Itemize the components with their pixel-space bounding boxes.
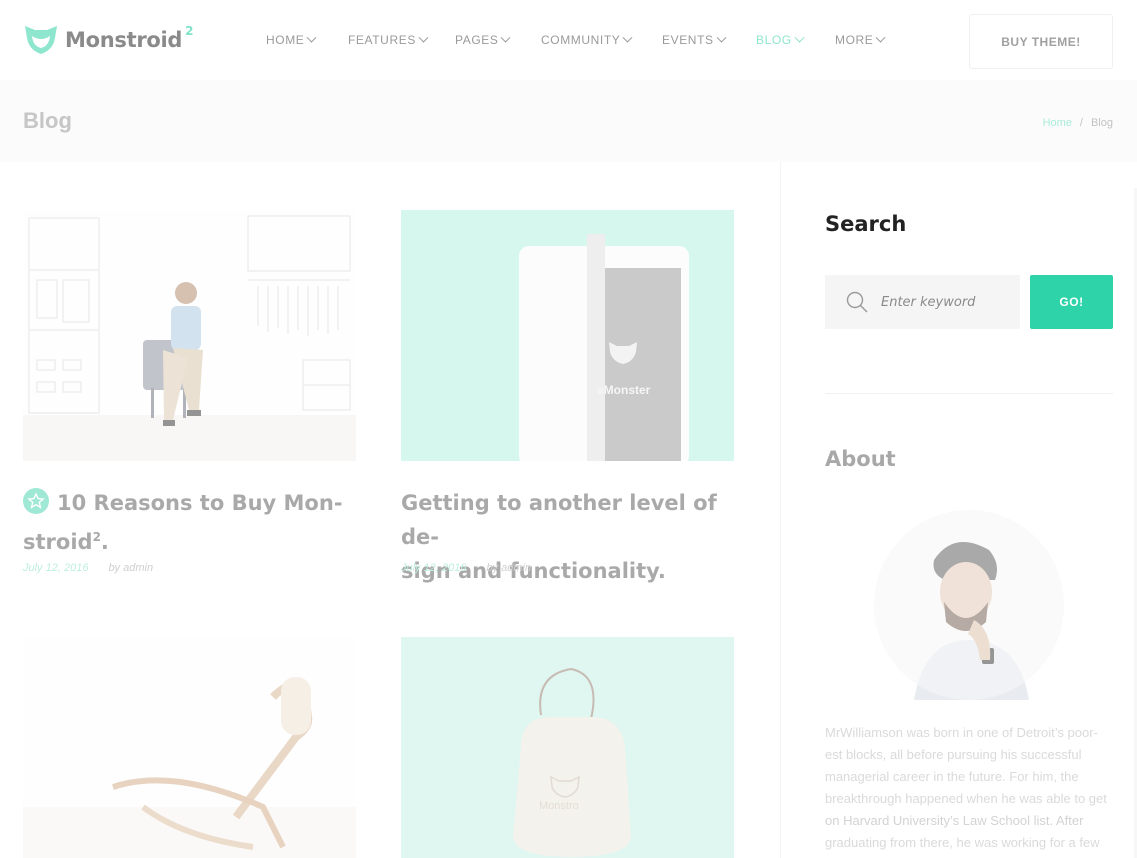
main-nav: HOME FEATURES PAGES COMMUNITY EVENTS BLO… [266, 32, 905, 47]
search-submit-button[interactable]: GO! [1030, 275, 1113, 329]
nav-label: COMMUNITY [541, 33, 621, 47]
breadcrumb-home-link[interactable]: Home [1043, 117, 1072, 129]
nav-label: BLOG [756, 33, 792, 47]
post-title-sup: 2 [92, 530, 101, 544]
tablet-image: eMonster [401, 210, 734, 461]
post-author[interactable]: by admin [108, 562, 153, 574]
search-icon [846, 291, 868, 313]
post-meta: July 12, 2016 by admin [23, 562, 153, 574]
chevron-down-icon [622, 32, 633, 43]
man-sitting-wardrobe-image [23, 210, 356, 461]
post-date[interactable]: July 12, 2016 [23, 562, 88, 574]
monster-mask-icon [25, 26, 57, 54]
nav-events[interactable]: EVENTS [662, 32, 756, 47]
post-image[interactable] [23, 210, 356, 461]
chevron-down-icon [716, 32, 727, 43]
site-header: Monstroid 2 HOME FEATURES PAGES COMMUNIT… [0, 0, 1137, 80]
about-line: on Harvard University’s Law School list.… [825, 813, 1084, 828]
about-line: graduating from there, he was working fo… [825, 835, 1100, 850]
nav-home[interactable]: HOME [266, 32, 348, 47]
nav-pages[interactable]: PAGES [455, 32, 541, 47]
about-line: MrWilliamson was born in one of Detroit’… [825, 725, 1098, 740]
about-line: est blocks, all before pursuing his succ… [825, 747, 1082, 762]
post-meta: July 12, 2016 by admin [401, 562, 531, 574]
nav-label: HOME [266, 33, 305, 47]
nav-label: FEATURES [348, 33, 416, 47]
logo[interactable]: Monstroid 2 [23, 24, 194, 56]
page-title-band: Blog Home / Blog [0, 80, 1137, 162]
nav-label: EVENTS [662, 33, 714, 47]
post-title-line: 10 Reasons to Buy Mon- [57, 491, 343, 515]
about-line: breakthrough happened when he was able t… [825, 791, 1107, 806]
page-title: Blog [23, 108, 72, 133]
breadcrumb-current: Blog [1090, 117, 1113, 129]
nav-more[interactable]: MORE [835, 32, 905, 47]
lounge-chair-image [23, 637, 356, 858]
post-date[interactable]: July 12, 2016 [401, 562, 466, 574]
chevron-down-icon [875, 32, 886, 43]
about-line: managerial career in the future. For him… [825, 769, 1079, 784]
post-image[interactable]: eMonster [401, 210, 734, 461]
nav-label: PAGES [455, 33, 499, 47]
nav-community[interactable]: COMMUNITY [541, 32, 662, 47]
post-title-line: Getting to another level of de- [401, 491, 717, 549]
chevron-down-icon [501, 32, 511, 43]
buy-theme-button[interactable]: BUY THEME! [969, 14, 1113, 69]
about-heading: About [825, 447, 896, 471]
nav-features[interactable]: FEATURES [348, 32, 455, 47]
chevron-down-icon [418, 32, 429, 43]
breadcrumb-separator: / [1079, 117, 1083, 129]
logo-superscript: 2 [185, 24, 194, 38]
nav-label: MORE [835, 33, 874, 47]
search-input[interactable] [881, 294, 1011, 310]
logo-name: Monstroid [65, 28, 183, 52]
chevron-down-icon [794, 32, 805, 43]
post-title-line: stroid [23, 530, 93, 554]
search-heading: Search [825, 212, 907, 236]
sidebar-divider [825, 393, 1113, 394]
post-image[interactable]: Monstro [401, 637, 734, 858]
search-box[interactable] [825, 275, 1020, 329]
content-sidebar-divider [780, 162, 781, 858]
about-text: MrWilliamson was born in one of Detroit’… [825, 722, 1115, 854]
post-image[interactable] [23, 637, 356, 858]
post-title-end: . [100, 530, 109, 554]
post-author[interactable]: by admin [486, 562, 531, 574]
author-avatar [874, 510, 1064, 700]
pouch-image: Monstro [401, 637, 734, 858]
post-title[interactable]: 10 Reasons to Buy Mon- stroid2. [23, 486, 343, 559]
breadcrumb: Home / Blog [1043, 117, 1113, 129]
chevron-down-icon [306, 32, 317, 43]
nav-blog[interactable]: BLOG [756, 32, 835, 47]
featured-star-icon [23, 488, 49, 514]
